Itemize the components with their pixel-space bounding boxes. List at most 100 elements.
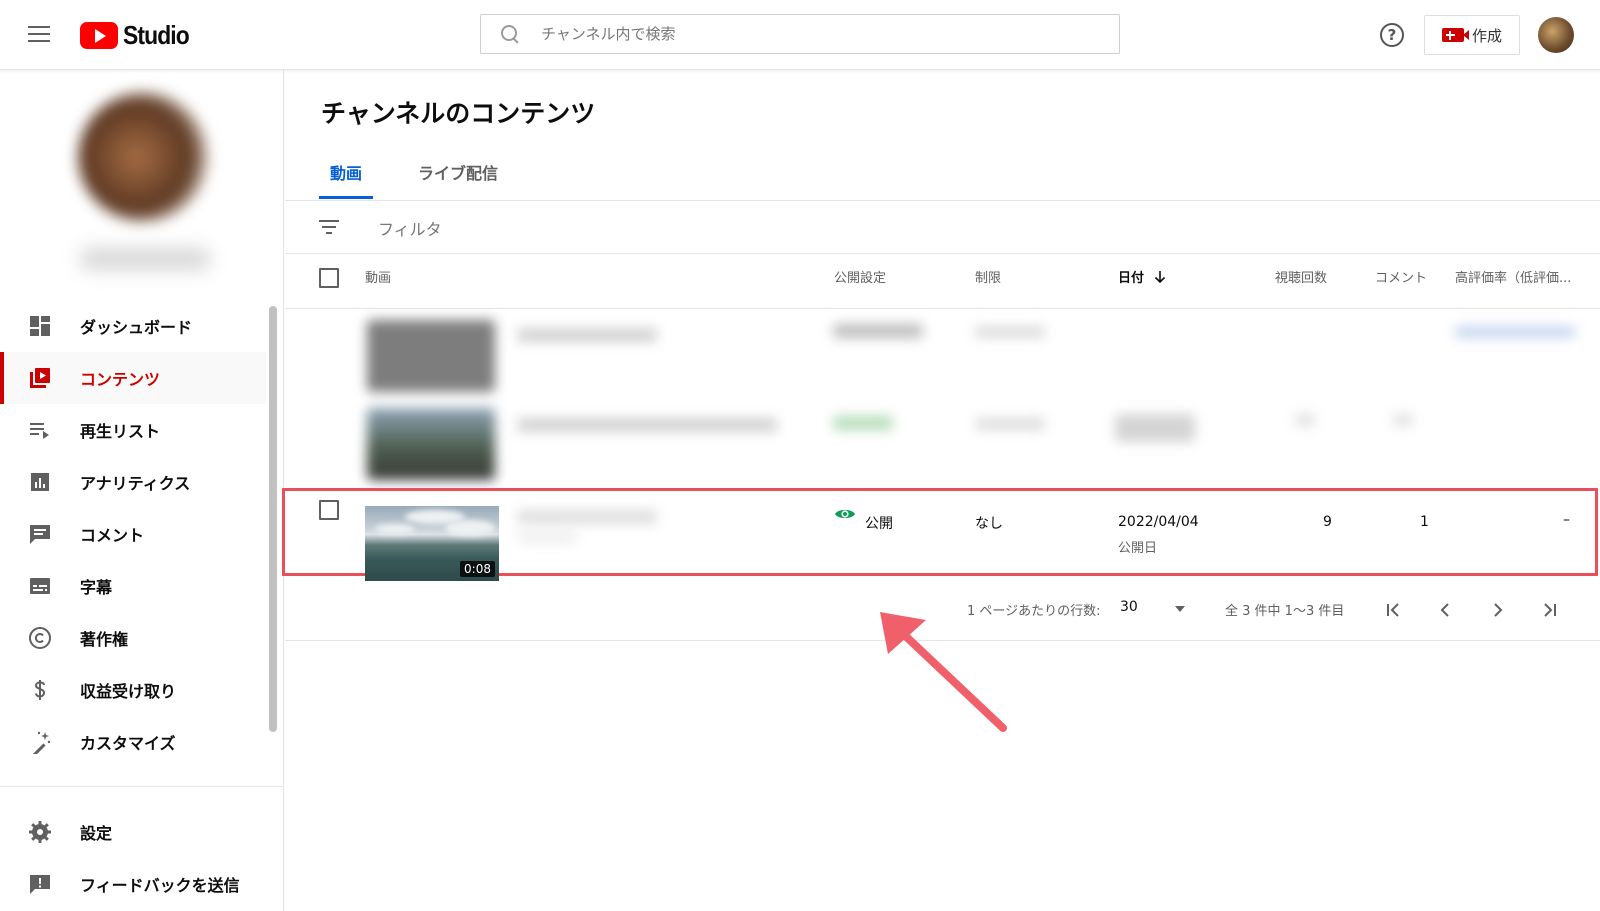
date-value: 2022/04/04 bbox=[1118, 514, 1199, 530]
dollar-icon bbox=[34, 680, 46, 700]
video-duration: 0:08 bbox=[460, 561, 495, 577]
video-description-blurred bbox=[517, 532, 577, 542]
sidebar-item-label: 著作権 bbox=[80, 630, 129, 649]
next-page-icon[interactable] bbox=[1483, 595, 1513, 625]
sidebar-item-label: 字幕 bbox=[80, 578, 113, 597]
sidebar-item-label: 再生リスト bbox=[80, 422, 161, 441]
column-header-date[interactable]: 日付 bbox=[1118, 267, 1167, 286]
account-avatar[interactable] bbox=[1538, 17, 1574, 53]
video-title-blurred bbox=[517, 510, 657, 524]
restrictions-blurred bbox=[975, 418, 1045, 430]
date-blurred bbox=[1115, 414, 1195, 442]
likes-value: – bbox=[1563, 512, 1570, 528]
sidebar-item-customize[interactable]: カスタマイズ bbox=[0, 716, 266, 768]
tabs-divider bbox=[285, 200, 1600, 201]
previous-page-icon[interactable] bbox=[1430, 595, 1460, 625]
comment-icon bbox=[30, 525, 50, 544]
likes-blurred bbox=[1455, 326, 1575, 338]
column-header-video: 動画 bbox=[365, 271, 392, 286]
filter-input[interactable]: フィルタ bbox=[378, 216, 442, 240]
sidebar-item-settings[interactable]: 設定 bbox=[0, 806, 266, 858]
sidebar-item-dashboard[interactable]: ダッシュボード bbox=[0, 300, 266, 352]
pagination-range: 全 3 件中 1～3 件目 bbox=[1225, 604, 1345, 619]
sidebar-scrollbar[interactable] bbox=[269, 306, 277, 732]
copyright-icon bbox=[29, 627, 51, 649]
subtitles-icon bbox=[30, 578, 50, 594]
feedback-icon bbox=[30, 875, 50, 894]
sidebar-divider bbox=[0, 786, 284, 787]
video-title-blurred bbox=[517, 418, 777, 432]
sidebar-item-content[interactable]: コンテンツ bbox=[0, 352, 266, 404]
search-icon bbox=[499, 23, 521, 45]
sidebar-item-label: 収益受け取り bbox=[80, 682, 177, 701]
rows-per-page-label: 1 ページあたりの行数: bbox=[967, 604, 1101, 619]
gear-icon bbox=[29, 821, 51, 843]
hamburger-menu-icon[interactable] bbox=[28, 26, 50, 44]
sidebar-item-subtitles[interactable]: 字幕 bbox=[0, 560, 266, 612]
search-box[interactable] bbox=[480, 14, 1120, 54]
first-page-icon[interactable] bbox=[1378, 595, 1408, 625]
youtube-studio-logo[interactable]: Studio bbox=[80, 20, 198, 50]
sidebar-item-playlists[interactable]: 再生リスト bbox=[0, 404, 266, 456]
create-button-label: 作成 bbox=[1471, 26, 1502, 45]
youtube-play-icon bbox=[80, 21, 118, 49]
sidebar-item-label: 設定 bbox=[80, 824, 113, 843]
content-icon bbox=[30, 368, 50, 388]
sidebar-item-label: アナリティクス bbox=[80, 474, 191, 493]
page-title: チャンネルのコンテンツ bbox=[321, 99, 596, 128]
create-video-icon bbox=[1441, 28, 1469, 42]
sidebar-item-feedback[interactable]: フィードバックを送信 bbox=[0, 858, 266, 910]
column-header-restrictions[interactable]: 制限 bbox=[975, 267, 1001, 286]
rows-per-page-value: 30 bbox=[1120, 599, 1138, 615]
select-all-checkbox[interactable] bbox=[319, 268, 339, 288]
channel-name-blurred bbox=[80, 248, 210, 270]
eye-icon bbox=[835, 509, 855, 519]
column-header-views[interactable]: 視聴回数 bbox=[1275, 267, 1327, 286]
column-header-comments[interactable]: コメント bbox=[1375, 267, 1427, 286]
last-page-icon[interactable] bbox=[1535, 595, 1565, 625]
video-thumbnail[interactable]: 0:08 bbox=[365, 506, 499, 581]
row-checkbox[interactable] bbox=[319, 500, 339, 520]
arrow-down-icon bbox=[1154, 271, 1165, 284]
visibility-blurred bbox=[833, 324, 923, 338]
table-bottom-divider bbox=[285, 640, 1600, 641]
visibility-value[interactable]: 公開 bbox=[865, 513, 893, 533]
sidebar-item-label: カスタマイズ bbox=[80, 734, 176, 753]
sidebar-item-comments[interactable]: コメント bbox=[0, 508, 266, 560]
sidebar-item-label: コメント bbox=[80, 526, 145, 545]
video-thumbnail-blurred bbox=[367, 408, 495, 480]
playlist-icon bbox=[30, 423, 49, 439]
search-input[interactable] bbox=[541, 25, 1101, 43]
sidebar-item-analytics[interactable]: アナリティクス bbox=[0, 456, 266, 508]
filter-icon[interactable] bbox=[319, 220, 339, 234]
comments-blurred bbox=[1393, 414, 1413, 426]
caret-down-icon bbox=[1175, 606, 1185, 612]
analytics-icon bbox=[31, 473, 49, 491]
top-bar: Studio ? 作成 bbox=[0, 0, 1600, 70]
views-value: 9 bbox=[1323, 514, 1332, 530]
sidebar-item-label: コンテンツ bbox=[80, 370, 161, 389]
video-thumbnail-blurred bbox=[367, 320, 495, 392]
date-type: 公開日 bbox=[1118, 541, 1158, 556]
column-header-likes[interactable]: 高評価率（低評価... bbox=[1455, 267, 1571, 286]
create-button[interactable]: 作成 bbox=[1424, 15, 1520, 55]
sidebar-item-monetization[interactable]: 収益受け取り bbox=[0, 664, 266, 716]
dashboard-icon bbox=[30, 316, 50, 336]
sidebar: ダッシュボード コンテンツ 再生リスト アナリティクス コメント 字幕 著作権 … bbox=[0, 70, 284, 911]
restrictions-blurred bbox=[975, 326, 1045, 338]
filter-divider bbox=[285, 253, 1600, 254]
visibility-blurred bbox=[833, 416, 893, 430]
active-tab-indicator bbox=[319, 196, 373, 199]
help-icon[interactable]: ? bbox=[1380, 23, 1404, 47]
views-blurred bbox=[1295, 414, 1315, 426]
sidebar-item-copyright[interactable]: 著作権 bbox=[0, 612, 266, 664]
tab-live[interactable]: ライブ配信 bbox=[418, 160, 498, 184]
column-header-visibility[interactable]: 公開設定 bbox=[834, 267, 886, 286]
rows-per-page-select[interactable]: 30 bbox=[1120, 595, 1190, 621]
video-title-blurred bbox=[517, 328, 657, 342]
tab-videos[interactable]: 動画 bbox=[330, 160, 362, 184]
magic-wand-icon bbox=[31, 731, 51, 754]
sidebar-item-label: ダッシュボード bbox=[80, 318, 193, 337]
channel-avatar[interactable] bbox=[78, 92, 208, 222]
sidebar-item-label: フィードバックを送信 bbox=[80, 876, 240, 895]
